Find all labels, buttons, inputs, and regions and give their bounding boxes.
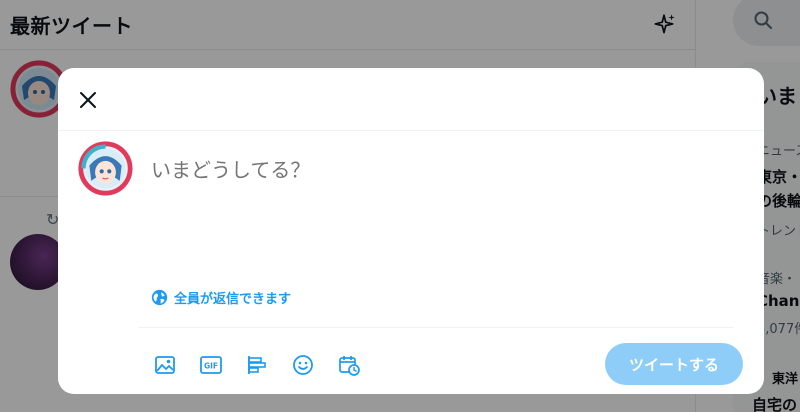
- compose-divider: [138, 327, 734, 328]
- compose-toolbar: GIF: [148, 351, 366, 379]
- compose-modal: 全員が返信できます GIF: [58, 68, 764, 394]
- emoji-button[interactable]: [286, 351, 320, 379]
- gif-button[interactable]: GIF: [194, 351, 228, 379]
- close-button[interactable]: [74, 86, 102, 114]
- poll-button[interactable]: [240, 351, 274, 379]
- schedule-button[interactable]: [332, 351, 366, 379]
- reply-setting-label: 全員が返信できます: [174, 292, 292, 307]
- image-icon: [155, 356, 175, 374]
- gif-icon-label: GIF: [204, 362, 218, 371]
- poll-icon: [248, 356, 266, 374]
- reply-setting-button[interactable]: 全員が返信できます: [151, 288, 291, 307]
- globe-icon: [151, 289, 168, 306]
- emoji-icon: [293, 355, 313, 375]
- modal-header: [58, 68, 764, 131]
- close-icon: [80, 92, 96, 108]
- avatar[interactable]: [78, 141, 133, 196]
- schedule-icon: [339, 356, 360, 376]
- media-button[interactable]: [148, 351, 182, 379]
- gif-icon: GIF: [200, 356, 222, 374]
- compose-textarea[interactable]: [151, 158, 731, 182]
- tweet-button[interactable]: ツイートする: [605, 343, 743, 385]
